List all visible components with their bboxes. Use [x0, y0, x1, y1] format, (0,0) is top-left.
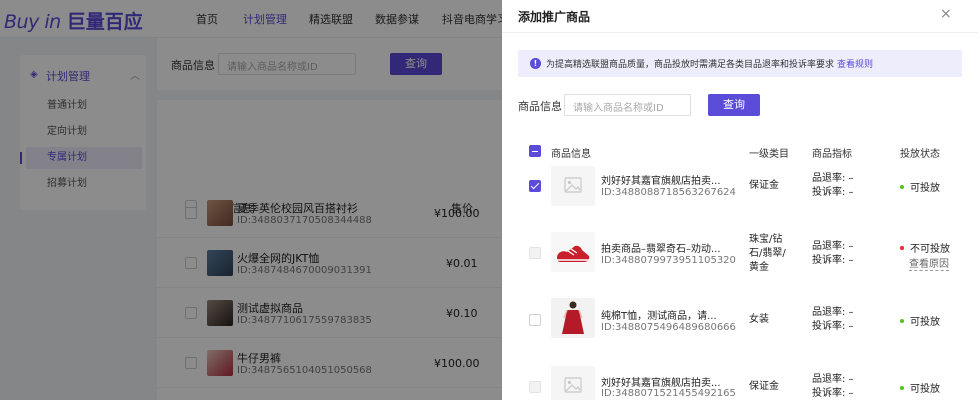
- drawer-status: 可投放: [900, 179, 940, 194]
- drawer-search-button[interactable]: 查询: [708, 94, 760, 116]
- drawer-column-product: 商品信息: [551, 149, 591, 160]
- drawer-row-checkbox: [529, 381, 541, 393]
- drawer-column-metrics: 商品指标: [812, 149, 852, 160]
- drawer-product-category: 珠宝/钻石/翡翠/黄金: [749, 234, 786, 273]
- status-dot-error: [900, 246, 904, 250]
- status-dot-ok: [900, 319, 904, 323]
- drawer-column-status: 投放状态: [900, 149, 940, 160]
- drawer-row-checkbox[interactable]: [529, 314, 541, 326]
- drawer-product-category: 女装: [749, 314, 769, 325]
- drawer-product-name: 纯棉T恤，测试商品，请...: [601, 311, 717, 322]
- drawer-product-category: 保证金: [749, 180, 779, 191]
- image-placeholder-icon: [551, 366, 595, 400]
- info-icon: !: [530, 58, 541, 69]
- close-icon[interactable]: ×: [940, 6, 952, 22]
- drawer-product-category: 保证金: [749, 381, 779, 392]
- drawer-status: 可投放: [900, 313, 940, 328]
- drawer-status-text: 可投放: [910, 384, 940, 395]
- drawer-product-id: ID:3488079973951105320: [601, 255, 736, 266]
- product-thumbnail: [551, 298, 595, 338]
- add-product-drawer: 添加推广商品 × ! 为提高精选联盟商品质量，商品投放时需满足各类目品退率和投诉…: [502, 0, 978, 400]
- drawer-product-name: 拍卖商品–翡翠奇石–劝动...: [601, 244, 721, 255]
- drawer-status-text: 可投放: [910, 183, 940, 194]
- view-rules-link[interactable]: 查看规则: [837, 60, 873, 70]
- notice-banner: ! 为提高精选联盟商品质量，商品投放时需满足各类目品退率和投诉率要求 查看规则: [518, 50, 962, 77]
- drawer-product-id: ID:3488071521455492165: [601, 388, 736, 399]
- status-dot-ok: [900, 386, 904, 390]
- drawer-status-text: 可投放: [910, 317, 940, 328]
- notice-message: 为提高精选联盟商品质量，商品投放时需满足各类目品退率和投诉率要求: [546, 60, 835, 70]
- image-placeholder-icon: [551, 166, 595, 206]
- drawer-status: 不可投放: [900, 240, 950, 255]
- drawer-filter-label: 商品信息: [518, 100, 562, 113]
- drawer-return-rate: 品退率: –: [812, 241, 854, 252]
- drawer-complaint-rate: 投诉率: –: [812, 255, 854, 266]
- drawer-column-category: 一级类目: [749, 149, 789, 160]
- drawer-product-name: 刘好好其嘉官旗舰店拍卖...: [601, 378, 721, 389]
- drawer-title: 添加推广商品: [518, 10, 591, 24]
- modal-mask[interactable]: [0, 0, 502, 400]
- drawer-return-rate: 品退率: –: [812, 307, 854, 318]
- view-reason-link[interactable]: 查看原因: [909, 255, 949, 271]
- drawer-select-all-checkbox[interactable]: [529, 145, 541, 157]
- notice-text: 为提高精选联盟商品质量，商品投放时需满足各类目品退率和投诉率要求 查看规则: [546, 57, 873, 70]
- drawer-return-rate: 品退率: –: [812, 173, 854, 184]
- drawer-search-input[interactable]: 请输入商品名称或ID: [564, 94, 691, 116]
- product-thumbnail: [551, 232, 595, 272]
- drawer-complaint-rate: 投诉率: –: [812, 321, 854, 332]
- drawer-return-rate: 品退率: –: [812, 374, 854, 385]
- drawer-product-name: 刘好好其嘉官旗舰店拍卖...: [601, 176, 721, 187]
- drawer-status: 可投放: [900, 380, 940, 395]
- drawer-complaint-rate: 投诉率: –: [812, 187, 854, 198]
- drawer-row-checkbox: [529, 247, 541, 259]
- drawer-product-id: ID:3488075496489680666: [601, 322, 736, 333]
- status-dot-ok: [900, 185, 904, 189]
- drawer-product-id: ID:3488088718563267624: [601, 187, 736, 198]
- drawer-row-checkbox[interactable]: [529, 180, 541, 192]
- drawer-divider: [502, 32, 978, 33]
- drawer-complaint-rate: 投诉率: –: [812, 388, 854, 399]
- drawer-status-text: 不可投放: [910, 244, 950, 255]
